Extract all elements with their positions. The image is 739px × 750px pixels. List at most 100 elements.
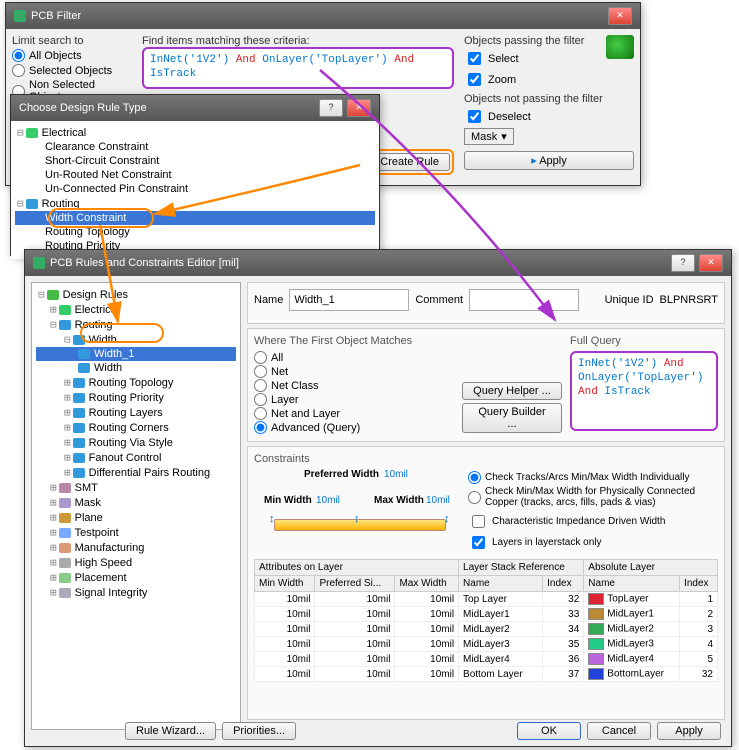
editor-titlebar[interactable]: PCB Rules and Constraints Editor [mil] ?…	[25, 250, 731, 276]
maxwidth-val[interactable]: 10mil	[426, 495, 450, 506]
table-row[interactable]: 10mil10mil10milMidLayer335MidLayer34	[255, 637, 718, 652]
tree-plane[interactable]: Plane	[75, 512, 103, 524]
tree-fc[interactable]: Fanout Control	[89, 452, 162, 464]
m-nc: Net Class	[271, 380, 319, 392]
help-icon[interactable]: ?	[319, 99, 343, 117]
match-layer[interactable]	[254, 393, 267, 406]
ok-button[interactable]: OK	[517, 722, 581, 740]
name-input[interactable]	[289, 289, 409, 311]
check-individually[interactable]	[468, 471, 481, 484]
pcb-icon	[606, 35, 634, 59]
table-row[interactable]: 10mil10mil10milMidLayer436MidLayer45	[255, 652, 718, 667]
prefwidth-val[interactable]: 10mil	[384, 469, 408, 480]
select-checkbox[interactable]	[468, 52, 481, 65]
pcbfilter-titlebar[interactable]: PCB Filter ✕	[6, 3, 640, 29]
create-rule-button[interactable]: Create Rule	[369, 153, 450, 171]
tree-item[interactable]: Un-Routed Net Constraint	[15, 168, 375, 182]
fq5: IsTrack	[598, 386, 651, 398]
comment-input[interactable]	[469, 289, 579, 311]
th-idx2[interactable]: Index	[680, 576, 718, 592]
th-name2[interactable]: Name	[584, 576, 680, 592]
tree-testpoint[interactable]: Testpoint	[75, 527, 119, 539]
match-all[interactable]	[254, 351, 267, 364]
ls-label: Layers in layerstack only	[492, 537, 602, 548]
th-idx[interactable]: Index	[543, 576, 584, 592]
apply-button[interactable]: Apply	[657, 722, 721, 740]
tree-placement[interactable]: Placement	[75, 572, 127, 584]
th-min[interactable]: Min Width	[255, 576, 315, 592]
tree-rt[interactable]: Routing Topology	[89, 377, 174, 389]
tree-mask[interactable]: Mask	[75, 497, 101, 509]
table-row[interactable]: 10mil10mil10milTop Layer32TopLayer1	[255, 592, 718, 607]
check-connected[interactable]	[468, 491, 481, 504]
tree-manufacturing[interactable]: Manufacturing	[75, 542, 145, 554]
prefwidth-label: Preferred Width	[304, 469, 379, 480]
th-attrs: Attributes on Layer	[255, 560, 459, 576]
priorities-button[interactable]: Priorities...	[222, 722, 296, 740]
layer-table[interactable]: Attributes on Layer Layer Stack Referenc…	[254, 559, 718, 682]
query-helper-button[interactable]: Query Helper ...	[462, 382, 562, 400]
uniqueid-label: Unique ID	[605, 294, 654, 306]
select-chk-label: Select	[488, 53, 519, 65]
tree-rc[interactable]: Routing Corners	[89, 422, 169, 434]
tree-electrical[interactable]: Electrical	[75, 304, 120, 316]
rule-wizard-button[interactable]: Rule Wizard...	[125, 722, 216, 740]
th-pref[interactable]: Preferred Si...	[315, 576, 395, 592]
zoom-chk-label: Zoom	[488, 74, 516, 86]
th-max[interactable]: Max Width	[395, 576, 459, 592]
rules-tree[interactable]: ⊟Design Rules ⊞Electrical ⊟Routing ⊟Widt…	[31, 282, 241, 730]
tree-width1[interactable]: Width_1	[94, 348, 134, 360]
close-icon[interactable]: ✕	[699, 254, 723, 272]
minwidth-label: Min Width	[264, 495, 312, 506]
tree-electrical[interactable]: ⊟Electrical	[15, 125, 375, 140]
minwidth-val[interactable]: 10mil	[316, 495, 340, 506]
cancel-button[interactable]: Cancel	[587, 722, 651, 740]
highlight-width-constraint	[48, 208, 154, 228]
table-row[interactable]: 10mil10mil10milMidLayer133MidLayer12	[255, 607, 718, 622]
tree-item[interactable]: Clearance Constraint	[15, 140, 375, 154]
tree-widthnode[interactable]: Width	[94, 362, 122, 374]
m-net: Net	[271, 366, 288, 378]
tree-dp[interactable]: Differential Pairs Routing	[89, 467, 210, 479]
tree-item[interactable]: Un-Connected Pin Constraint	[15, 182, 375, 196]
help-icon[interactable]: ?	[671, 254, 695, 272]
uniqueid-value: BLPNRSRT	[660, 294, 718, 306]
chevron-down-icon: ▾	[501, 130, 507, 143]
apply-button[interactable]: ▸ Apply	[464, 151, 634, 170]
match-net[interactable]	[254, 365, 267, 378]
filter-query-box[interactable]: InNet('1V2') And OnLayer('TopLayer') And…	[142, 47, 454, 89]
impedance-checkbox[interactable]	[472, 515, 485, 528]
zoom-checkbox[interactable]	[468, 73, 481, 86]
close-icon[interactable]: ✕	[608, 7, 632, 25]
tree-smt[interactable]: SMT	[75, 482, 98, 494]
radio-selected-objects[interactable]	[12, 64, 25, 77]
tree-root[interactable]: Design Rules	[63, 289, 128, 301]
tree-highspeed[interactable]: High Speed	[75, 557, 133, 569]
radio-all-objects[interactable]	[12, 49, 25, 62]
fullquery-box[interactable]: InNet('1V2') And OnLayer('TopLayer')And …	[570, 351, 718, 431]
deselect-checkbox[interactable]	[468, 110, 481, 123]
tree-rp[interactable]: Routing Priority	[89, 392, 164, 404]
close-icon[interactable]: ✕	[347, 99, 371, 117]
ruletype-titlebar[interactable]: Choose Design Rule Type ? ✕	[11, 95, 379, 121]
fullquery-label: Full Query	[570, 335, 718, 347]
th-name[interactable]: Name	[459, 576, 543, 592]
layerstack-checkbox[interactable]	[472, 536, 485, 549]
pcbfilter-title: PCB Filter	[31, 10, 81, 22]
match-netclass[interactable]	[254, 379, 267, 392]
q2: And	[236, 54, 256, 66]
match-netlayer[interactable]	[254, 407, 267, 420]
tree-si[interactable]: Signal Integrity	[75, 587, 148, 599]
table-row[interactable]: 10mil10mil10milMidLayer234MidLayer23	[255, 622, 718, 637]
tree-item[interactable]: Short-Circuit Constraint	[15, 154, 375, 168]
table-row[interactable]: 10mil10mil10milBottom Layer37BottomLayer…	[255, 667, 718, 682]
fq2: And	[664, 358, 684, 370]
mask-dropdown[interactable]: Mask▾	[464, 128, 514, 145]
editor-title: PCB Rules and Constraints Editor [mil]	[50, 257, 239, 269]
tree-rl[interactable]: Routing Layers	[89, 407, 163, 419]
tree-rvs[interactable]: Routing Via Style	[89, 437, 173, 449]
query-builder-button[interactable]: Query Builder ...	[462, 403, 562, 433]
match-advanced[interactable]	[254, 421, 267, 434]
q5: IsTrack	[150, 68, 196, 80]
m-layer: Layer	[271, 394, 299, 406]
